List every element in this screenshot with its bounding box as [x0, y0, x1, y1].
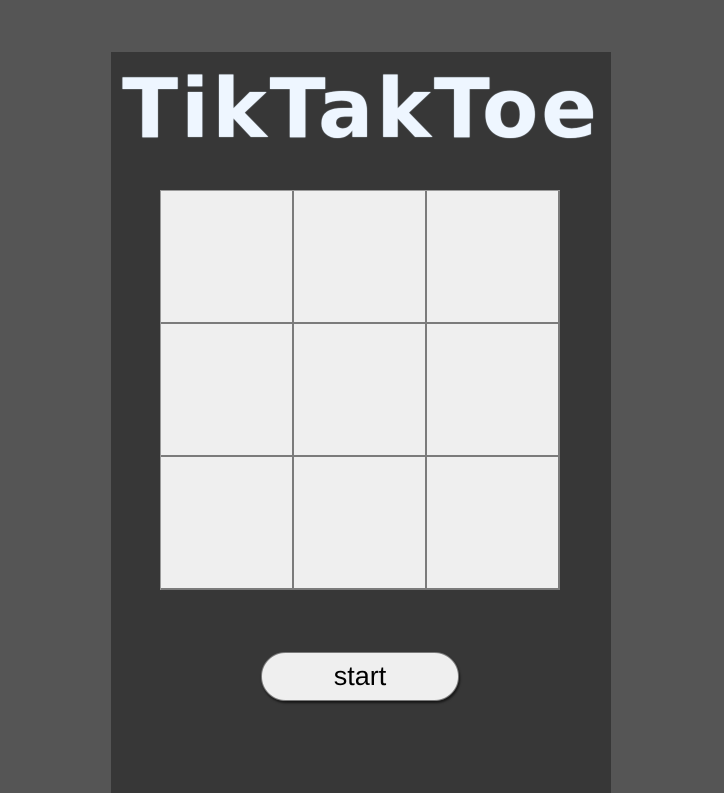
page-background: TikTakToe start: [0, 0, 724, 793]
start-button[interactable]: start: [261, 652, 459, 701]
board-cell-3[interactable]: [427, 191, 560, 324]
board-cell-7[interactable]: [161, 457, 294, 590]
board-cell-4[interactable]: [161, 324, 294, 457]
game-title: TikTakToe: [122, 62, 600, 157]
board-cell-9[interactable]: [427, 457, 560, 590]
board-cell-8[interactable]: [294, 457, 427, 590]
board-cell-6[interactable]: [427, 324, 560, 457]
board-cell-1[interactable]: [161, 191, 294, 324]
board-cell-5[interactable]: [294, 324, 427, 457]
board-cell-2[interactable]: [294, 191, 427, 324]
game-board: [160, 190, 560, 590]
game-panel: TikTakToe start: [111, 52, 611, 793]
